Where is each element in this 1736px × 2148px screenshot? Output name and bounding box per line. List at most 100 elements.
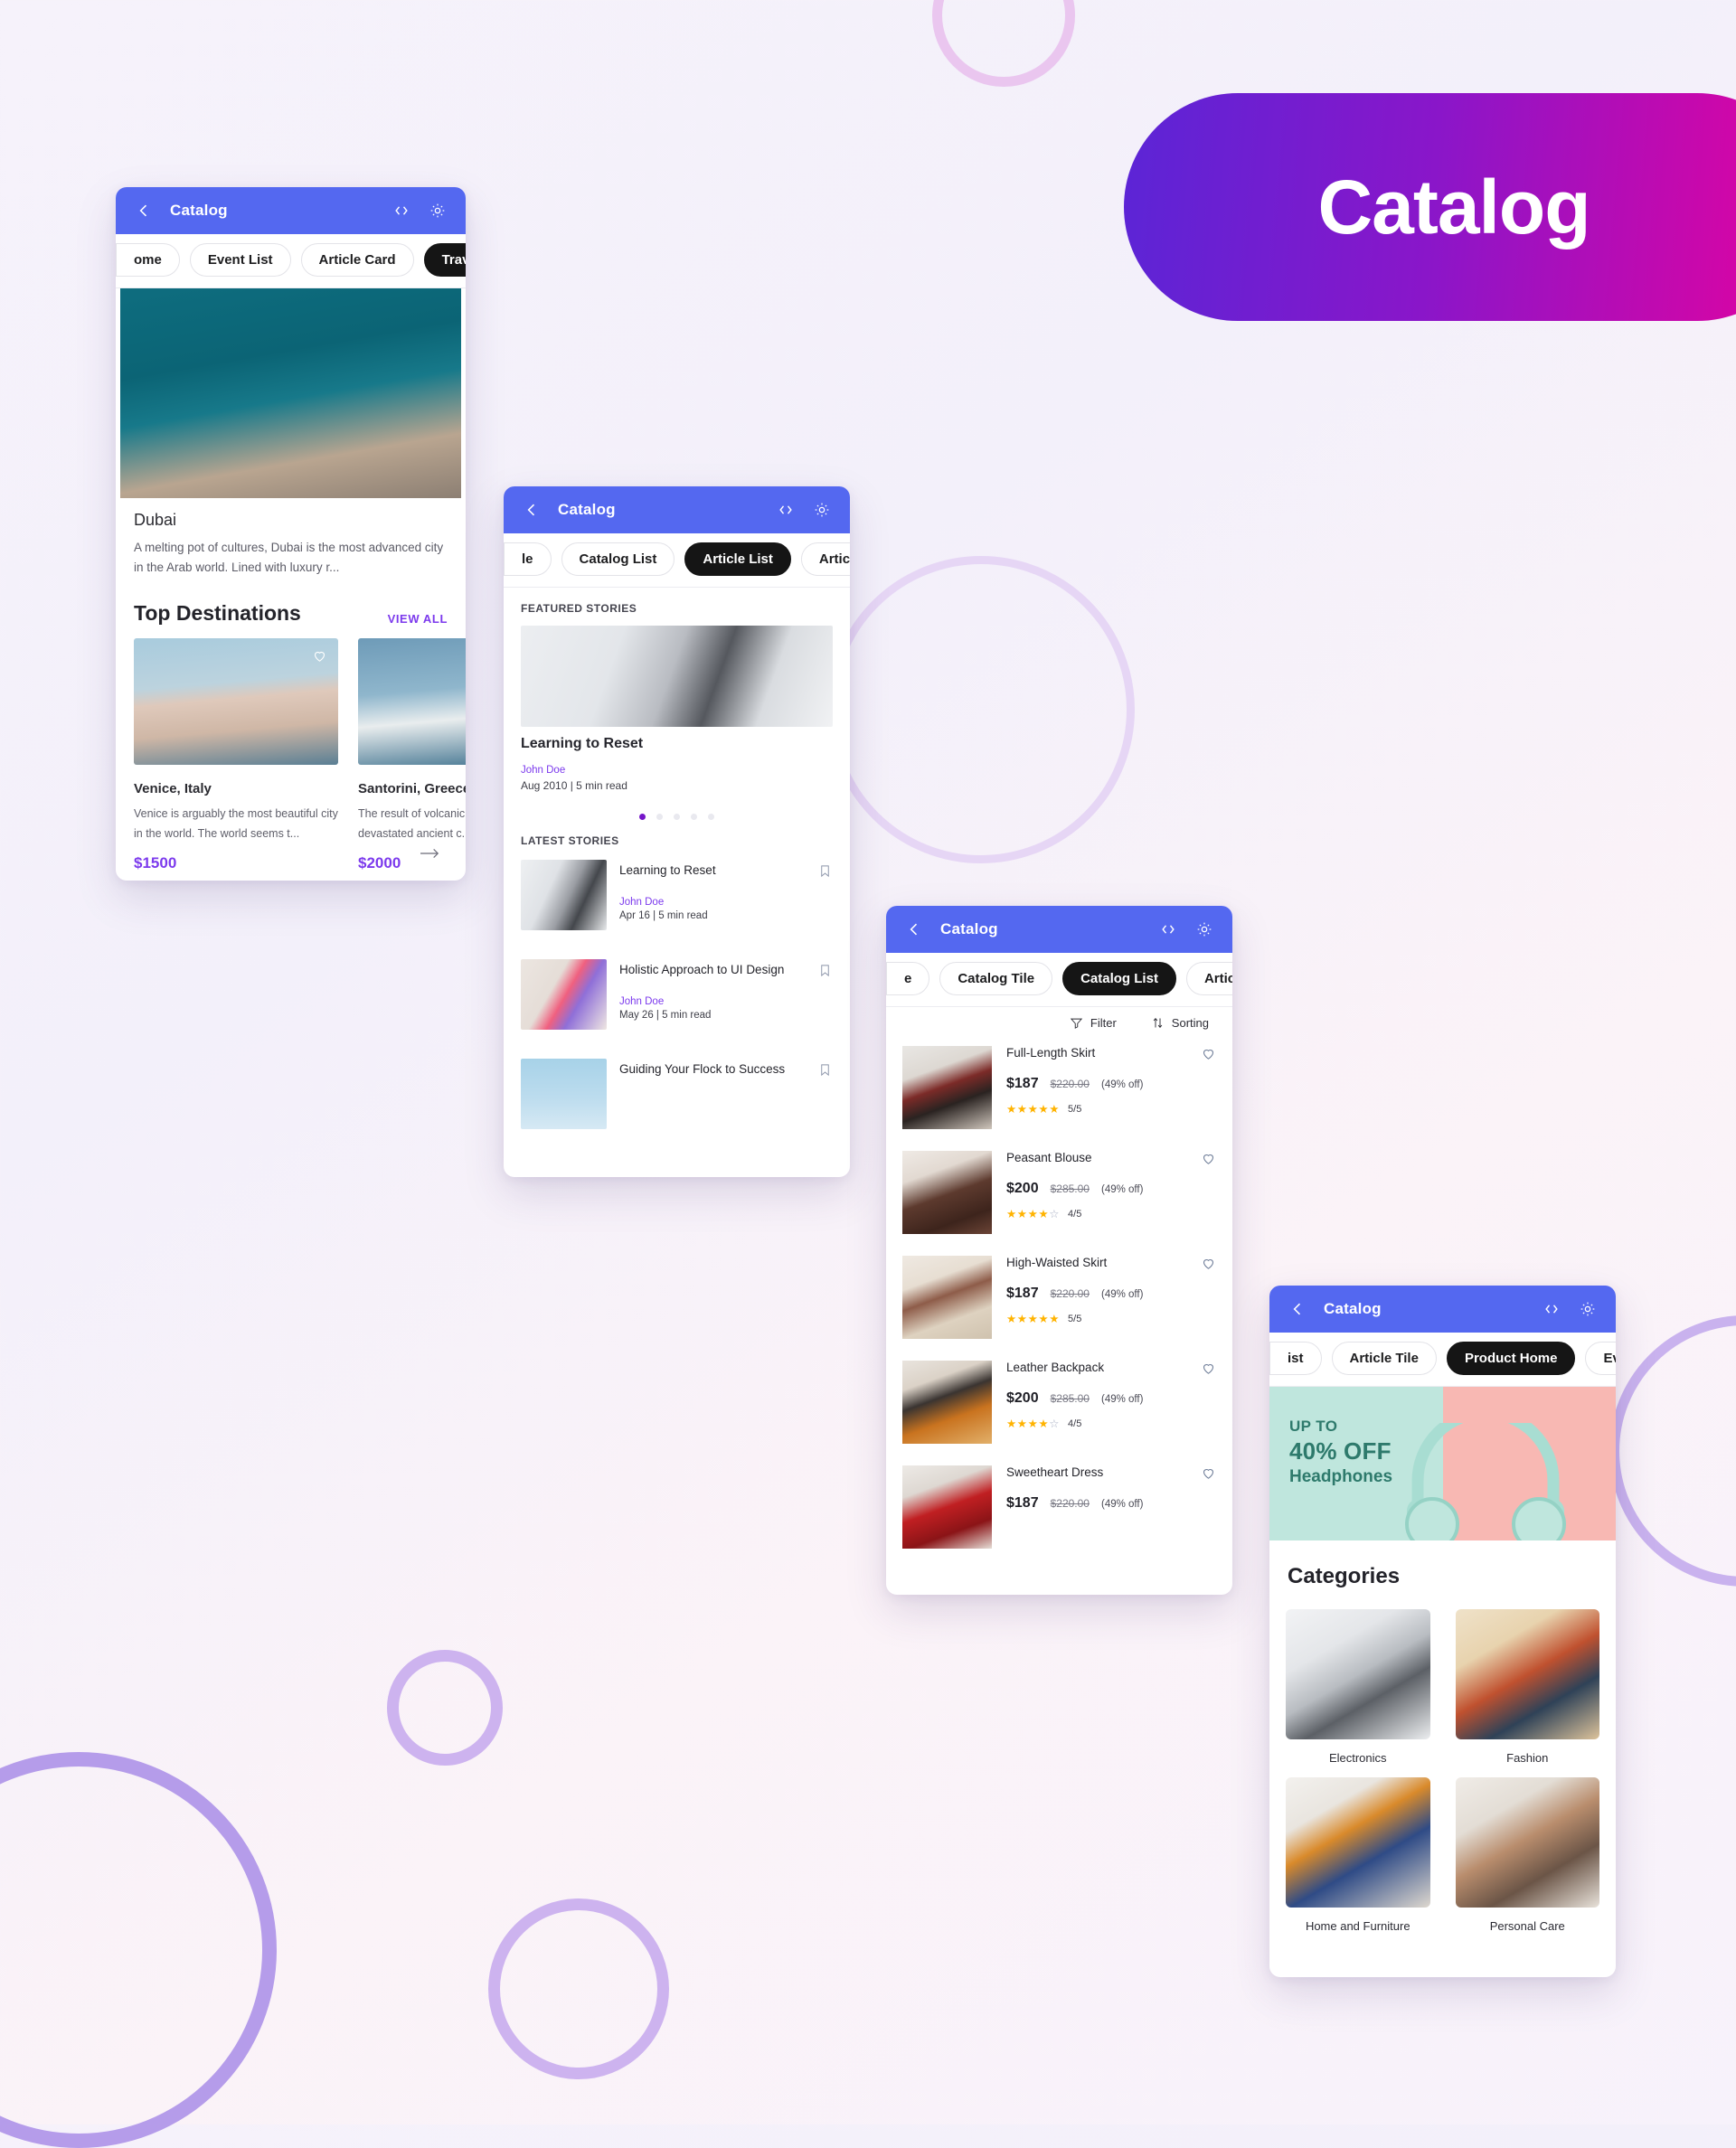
phone4-tabs[interactable]: ist Article Tile Product Home Event List <box>1269 1333 1616 1386</box>
list-item[interactable]: Learning to Reset John Doe Apr 16 | 5 mi… <box>504 858 850 945</box>
phone2-appbar: Catalog <box>504 486 850 533</box>
gear-icon[interactable] <box>1578 1299 1598 1319</box>
tab-article-list[interactable]: Article List <box>1185 962 1232 995</box>
bookmark-button[interactable] <box>818 1059 833 1082</box>
heart-icon[interactable] <box>1201 1151 1216 1166</box>
destination-description: Venice is arguably the most beautiful ci… <box>134 806 338 840</box>
favorite-button[interactable] <box>1201 1256 1216 1276</box>
phone4-appbar: Catalog <box>1269 1286 1616 1333</box>
featured-story-meta: Aug 2010 | 5 min read <box>521 779 627 792</box>
category-card[interactable]: Home and Furniture <box>1286 1777 1430 1933</box>
category-image <box>1455 1609 1599 1739</box>
destination-description: The result of volcanic eruptions devasta… <box>358 806 466 840</box>
headphones-icon <box>1405 1423 1566 1540</box>
category-image <box>1286 1609 1430 1739</box>
tab-ome[interactable]: ome <box>116 243 180 277</box>
category-label: Home and Furniture <box>1305 1919 1410 1933</box>
code-icon[interactable] <box>776 500 796 520</box>
chevron-left-icon[interactable] <box>904 919 924 939</box>
tab-product-home[interactable]: Product Home <box>1446 1342 1576 1375</box>
list-item[interactable]: Guiding Your Flock to Success <box>504 1044 850 1144</box>
favorite-button[interactable] <box>312 648 327 668</box>
tab-article-tile[interactable]: Article Tile <box>1331 1342 1437 1375</box>
filter-button[interactable]: Filter <box>1070 1016 1117 1030</box>
article-thumbnail <box>521 860 607 930</box>
pager-dot[interactable] <box>639 814 646 820</box>
table-row[interactable]: High-Waisted Skirt $187 $220.00 (49% off… <box>886 1245 1232 1350</box>
destination-card[interactable]: Venice, Italy Venice is arguably the mos… <box>134 637 338 873</box>
phone2-tabs[interactable]: leCatalog ListArticle ListArticle TileP <box>504 533 850 587</box>
phone1-tabs[interactable]: ome Event List Article Card Travel planner <box>116 234 466 287</box>
sorting-button[interactable]: Sorting <box>1151 1016 1209 1030</box>
bookmark-icon[interactable] <box>818 963 832 978</box>
destination-card[interactable]: Santorini, Greece The result of volcanic… <box>358 637 466 873</box>
bookmark-icon[interactable] <box>818 863 832 879</box>
tab-event-list[interactable]: Event List <box>1585 1342 1616 1375</box>
tab-catalog-tile[interactable]: Catalog Tile <box>939 962 1053 995</box>
pager-dot[interactable] <box>691 814 697 820</box>
tab-catalog-list[interactable]: Catalog List <box>561 542 675 576</box>
list-item[interactable]: Holistic Approach to UI Design John Doe … <box>504 945 850 1044</box>
promo-banner[interactable]: UP TO 40% OFF Headphones <box>1269 1387 1616 1540</box>
phone3-title: Catalog <box>940 920 998 937</box>
chevron-left-icon[interactable] <box>134 201 154 221</box>
tab-article-card[interactable]: Article Card <box>300 243 414 277</box>
favorite-button[interactable] <box>1201 1361 1216 1380</box>
code-icon[interactable] <box>1542 1299 1561 1319</box>
gear-icon[interactable] <box>428 201 448 221</box>
table-row[interactable]: Peasant Blouse $200 $285.00 (49% off) ★★… <box>886 1140 1232 1245</box>
category-card[interactable]: Electronics <box>1286 1609 1430 1765</box>
arrow-right-icon[interactable] <box>420 847 440 864</box>
bookmark-button[interactable] <box>818 860 833 883</box>
view-all-link[interactable]: VIEW ALL <box>388 612 448 626</box>
table-row[interactable]: Full-Length Skirt $187 $220.00 (49% off)… <box>886 1035 1232 1140</box>
pager-dot[interactable] <box>708 814 714 820</box>
article-title: Holistic Approach to UI Design <box>619 963 785 976</box>
pager-dot[interactable] <box>674 814 680 820</box>
favorite-button[interactable] <box>1201 1151 1216 1171</box>
category-label: Fashion <box>1506 1751 1549 1765</box>
bookmark-icon[interactable] <box>818 1062 832 1078</box>
heart-icon[interactable] <box>1201 1361 1216 1376</box>
table-row[interactable]: Sweetheart Dress $187 $220.00 (49% off) <box>886 1455 1232 1559</box>
heart-icon[interactable] <box>1201 1256 1216 1271</box>
sort-arrows-icon <box>1153 1018 1163 1028</box>
tab-article-list[interactable]: Article List <box>684 542 791 576</box>
favorite-button[interactable] <box>1201 1046 1216 1066</box>
article-meta: Apr 16 | 5 min read <box>619 910 708 921</box>
tab-e[interactable]: e <box>886 962 930 995</box>
product-name: Sweetheart Dress <box>1006 1465 1104 1479</box>
phone1-hero-title: Dubai <box>134 511 177 529</box>
tab-catalog-list[interactable]: Catalog List <box>1062 962 1176 995</box>
tab-event-list[interactable]: Event List <box>189 243 291 277</box>
gear-icon[interactable] <box>1194 919 1214 939</box>
table-row[interactable]: Leather Backpack $200 $285.00 (49% off) … <box>886 1350 1232 1455</box>
heart-icon[interactable] <box>1201 1046 1216 1061</box>
bookmark-button[interactable] <box>818 959 833 983</box>
filter-label: Filter <box>1090 1016 1117 1030</box>
category-label: Personal Care <box>1489 1919 1565 1933</box>
destination-price: $2000 <box>358 854 401 872</box>
category-card[interactable]: Personal Care <box>1455 1777 1599 1933</box>
chevron-left-icon[interactable] <box>1288 1299 1307 1319</box>
category-card[interactable]: Fashion <box>1455 1609 1599 1765</box>
favorite-button[interactable] <box>1201 1465 1216 1485</box>
star-rating-icon: ★★★★☆ <box>1006 1208 1061 1220</box>
gear-icon[interactable] <box>812 500 832 520</box>
tab-article-tile[interactable]: Article Tile <box>800 542 850 576</box>
tab-travel-planner[interactable]: Travel planner <box>423 243 466 277</box>
chevron-left-icon[interactable] <box>522 500 542 520</box>
code-icon[interactable] <box>1158 919 1178 939</box>
heart-icon[interactable] <box>312 648 327 664</box>
product-image <box>902 1151 992 1234</box>
pager-dot[interactable] <box>656 814 663 820</box>
destination-name: Santorini, Greece <box>358 780 466 796</box>
featured-stories-label: FEATURED STORIES <box>521 602 637 615</box>
tab-le[interactable]: le <box>504 542 552 576</box>
phone3-tabs[interactable]: eCatalog TileCatalog ListArticle ListA <box>886 953 1232 1006</box>
heart-icon[interactable] <box>1201 1465 1216 1481</box>
tab-ist[interactable]: ist <box>1269 1342 1322 1375</box>
code-icon[interactable] <box>392 201 411 221</box>
carousel-pager[interactable] <box>504 792 850 820</box>
featured-story-image[interactable] <box>521 626 833 727</box>
